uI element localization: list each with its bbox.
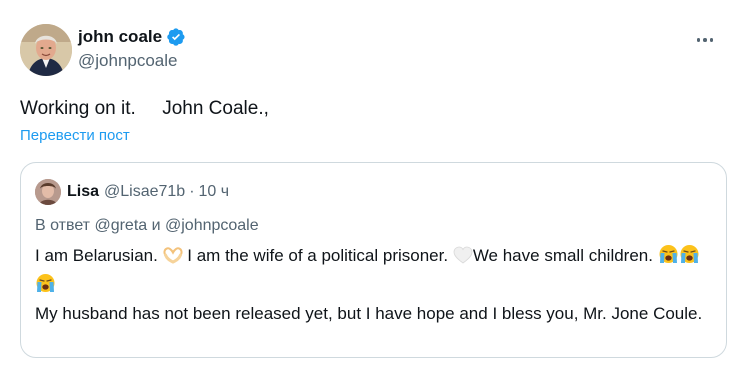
loudly-crying-face-emoji	[679, 244, 700, 272]
quoted-tweet-header: Lisa @Lisae71b · 10 ч	[35, 179, 229, 205]
reply-to-label: В ответ @greta и @johnpcoale	[35, 217, 259, 234]
author-display-name[interactable]: john coale	[78, 26, 186, 48]
quoted-avatar[interactable]	[35, 179, 61, 205]
author-display-name-text: john coale	[78, 27, 163, 46]
more-horizontal-icon[interactable]	[690, 30, 720, 50]
quoted-author-handle[interactable]: @Lisae71b	[104, 183, 185, 201]
avatar[interactable]	[20, 24, 72, 76]
white-heart-emoji	[453, 246, 473, 272]
separator-dot: ·	[189, 183, 195, 200]
tweet-header: john coale @johnpcoale	[20, 24, 720, 76]
translate-post-link[interactable]: Перевести пост	[20, 126, 130, 146]
author-handle[interactable]: @johnpcoale	[78, 49, 186, 73]
tweet-text: Working on it. John Coale.,	[20, 98, 269, 119]
quoted-text-part: I am Belarusian.	[35, 246, 163, 265]
loudly-crying-face-emoji	[658, 244, 679, 272]
tweet-author: john coale @johnpcoale	[78, 26, 186, 73]
quoted-text-part: My husband has not been released yet, bu…	[35, 304, 703, 323]
quoted-text-part: I am the wife of a political prisoner.	[182, 246, 453, 265]
quoted-tweet-text: I am Belarusian. I am the wife of a poli…	[35, 243, 715, 327]
quoted-text-part: We have small children.	[472, 246, 658, 265]
loudly-crying-face-emoji	[35, 273, 56, 301]
quoted-timestamp[interactable]: 10 ч	[199, 183, 230, 201]
quoted-author-name[interactable]: Lisa	[67, 183, 99, 201]
verified-badge-icon[interactable]	[166, 27, 186, 47]
quoted-tweet[interactable]: Lisa @Lisae71b · 10 ч В ответ @greta и @…	[20, 162, 727, 358]
heart-hands-emoji	[163, 246, 183, 272]
